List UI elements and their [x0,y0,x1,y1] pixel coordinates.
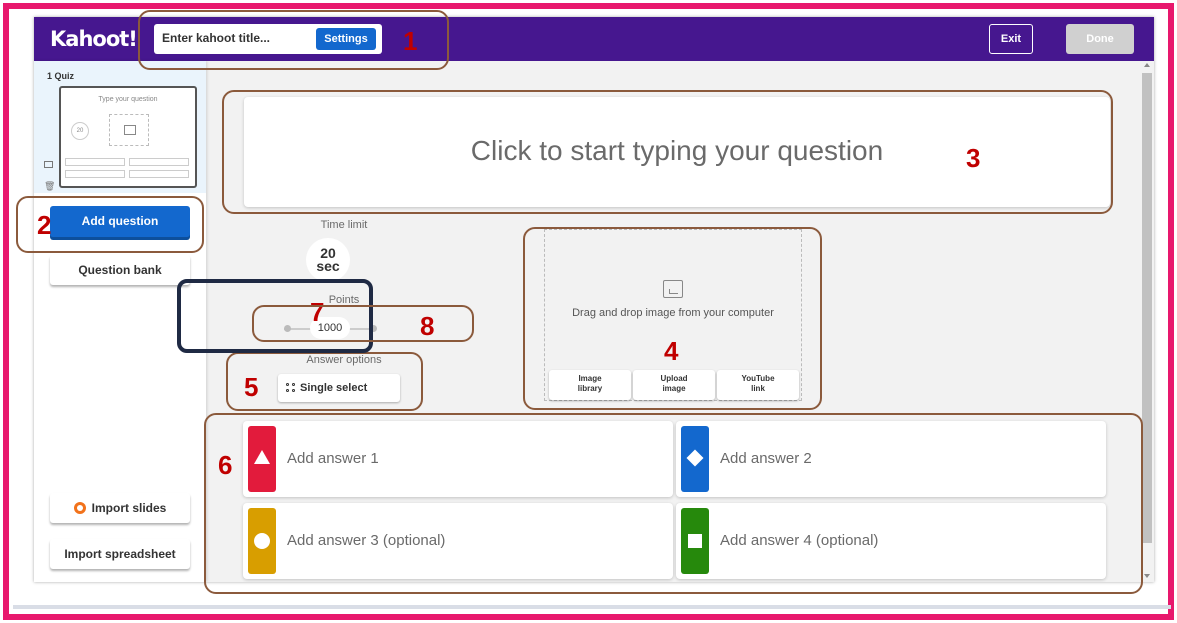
thumb-question: Type your question [98,96,158,103]
page-edge [13,605,1171,609]
image-icon [124,125,136,135]
time-limit-selector[interactable]: 20 sec [306,238,350,282]
callout-number-6: 6 [218,450,233,480]
slides-icon [73,502,86,514]
question-bank-button[interactable]: Question bank [50,255,190,285]
scroll-thumb[interactable] [1142,73,1152,543]
slide-label: 1 Quiz [47,71,75,81]
callout-number-3: 3 [966,143,981,173]
thumb-answer [65,158,125,166]
time-limit-label: Time limit [320,219,368,231]
time-unit: sec [316,258,340,274]
thumb-answer [129,170,189,178]
scroll-down-icon[interactable] [1144,574,1150,578]
callout-box-4 [523,227,822,410]
exit-button[interactable]: Exit [989,24,1033,54]
callout-number-2: 2 [37,210,52,240]
done-button[interactable]: Done [1066,24,1134,54]
thumb-answer [65,170,125,178]
duplicate-icon[interactable] [44,161,53,168]
callout-number-4: 4 [664,336,679,366]
slide-thumbnail[interactable]: Type your question 20 [59,86,197,188]
thumb-answer [129,158,189,166]
callout-number-8: 8 [420,311,435,341]
callout-box-8 [252,305,474,342]
import-slides-button[interactable]: Import slides [50,493,190,523]
callout-box-6 [204,413,1143,594]
scroll-up-icon[interactable] [1144,63,1150,67]
trash-icon[interactable]: 🗑 [44,181,55,192]
slide-item-1[interactable]: 1 Quiz Type your question 20 🗑 [34,61,206,193]
callout-number-5: 5 [244,372,259,402]
import-slides-label: Import slides [91,501,167,515]
thumb-time: 20 [71,122,89,140]
import-spreadsheet-button[interactable]: Import spreadsheet [50,539,190,569]
callout-number-1: 1 [403,26,418,56]
kahoot-logo: Kahoot! [50,27,138,51]
thumb-image-placeholder [109,114,149,146]
